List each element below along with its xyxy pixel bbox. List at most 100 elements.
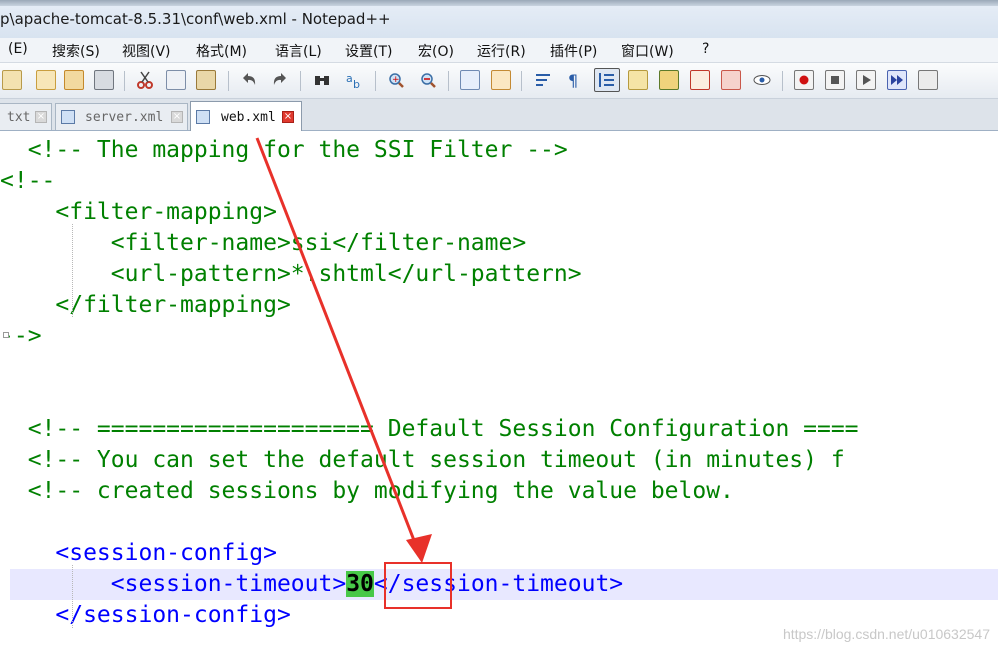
svg-text:b: b: [353, 78, 360, 90]
zoom-in-icon[interactable]: +: [386, 70, 406, 90]
svg-text:+: +: [392, 75, 400, 85]
toolbar-separator: [448, 71, 449, 91]
code-line[interactable]: <!--: [0, 166, 998, 197]
code-line[interactable]: <filter-name>ssi</filter-name>: [0, 228, 998, 259]
watermark: https://blog.csdn.net/u010632547: [782, 626, 990, 642]
menu-help[interactable]: ?: [702, 41, 709, 57]
code-line[interactable]: <session-config>: [0, 538, 998, 569]
svg-text:a: a: [346, 72, 353, 85]
tab-label: web.xml: [221, 110, 276, 125]
code-token: <session-config>: [0, 540, 277, 566]
code-line[interactable]: <!-- The mapping for the SSI Filter -->: [0, 135, 998, 166]
code-token: <!--: [0, 168, 56, 194]
document-map-icon[interactable]: [659, 70, 679, 90]
menu-run[interactable]: 运行(R): [477, 41, 526, 61]
toolbar-separator: [124, 71, 125, 91]
code-line[interactable]: </filter-mapping>: [0, 290, 998, 321]
code-line[interactable]: <!-- ==================== Default Sessio…: [0, 414, 998, 445]
copy-icon[interactable]: [166, 70, 186, 90]
code-line[interactable]: [0, 383, 998, 414]
sync-horizontal-icon[interactable]: [491, 70, 511, 90]
toolbar-separator: [228, 71, 229, 91]
toolbar-separator: [782, 71, 783, 91]
tab-web-xml[interactable]: web.xml ×: [190, 101, 302, 131]
close-icon[interactable]: ×: [171, 111, 183, 123]
code-line[interactable]: <filter-mapping>: [0, 197, 998, 228]
word-wrap-icon[interactable]: [533, 70, 553, 90]
code-line-current[interactable]: <session-timeout>30</session-timeout>: [10, 569, 998, 600]
code-line[interactable]: <!-- You can set the default session tim…: [0, 445, 998, 476]
selected-value: 30: [346, 571, 374, 597]
playback-macro-icon[interactable]: [856, 70, 876, 90]
menu-search[interactable]: 搜索(S): [52, 41, 100, 61]
code-line[interactable]: [0, 507, 998, 538]
code-line[interactable]: [0, 352, 998, 383]
menu-edit[interactable]: (E): [8, 41, 28, 57]
menu-plugins[interactable]: 插件(P): [550, 41, 597, 61]
window-title: p\apache-tomcat-8.5.31\conf\web.xml - No…: [0, 10, 391, 28]
svg-text:¶: ¶: [568, 71, 578, 90]
tab-txt[interactable]: txt ×: [0, 103, 52, 130]
sync-vertical-icon[interactable]: [460, 70, 480, 90]
indent-guide: [72, 565, 73, 628]
menu-language[interactable]: 语言(L): [275, 41, 322, 61]
close-icon[interactable]: ×: [282, 111, 294, 123]
tab-label: txt: [7, 110, 31, 125]
function-list-icon[interactable]: [628, 70, 648, 90]
code-line[interactable]: <!-- created sessions by modifying the v…: [0, 476, 998, 507]
file-icon: [196, 110, 210, 124]
code-token: <!-- ==================== Default Sessio…: [0, 416, 859, 442]
code-token: </filter-mapping>: [0, 292, 291, 318]
menu-view[interactable]: 视图(V): [122, 41, 171, 61]
tab-label: server.xml: [85, 110, 164, 125]
eye-icon[interactable]: [752, 70, 772, 90]
code-token: <!-- created sessions by modifying the v…: [0, 478, 734, 504]
menu-format[interactable]: 格式(M): [196, 41, 247, 61]
indent-guide: [72, 224, 73, 317]
code-token: </session-config>: [0, 602, 291, 628]
print-icon[interactable]: [94, 70, 114, 90]
file-icon: [61, 110, 75, 124]
toolbar-separator: [300, 71, 301, 91]
code-token: <url-pattern>*.shtml</url-pattern>: [0, 261, 582, 287]
fold-marker: [3, 332, 9, 338]
new-file-icon[interactable]: [2, 70, 22, 90]
replace-icon[interactable]: ab: [344, 70, 364, 91]
menu-settings[interactable]: 设置(T): [345, 41, 392, 61]
close-icon[interactable]: ×: [35, 111, 47, 123]
code-line[interactable]: <url-pattern>*.shtml</url-pattern>: [0, 259, 998, 290]
editor-area[interactable]: <!-- The mapping for the SSI Filter --> <…: [0, 131, 998, 654]
save-macro-icon[interactable]: [918, 70, 938, 90]
toolbar-separator: [521, 71, 522, 91]
tab-server-xml[interactable]: server.xml ×: [55, 103, 188, 130]
menu-window[interactable]: 窗口(W): [621, 41, 674, 61]
title-bar: p\apache-tomcat-8.5.31\conf\web.xml - No…: [0, 0, 998, 39]
code-token: <!-- The mapping for the SSI Filter -->: [0, 137, 568, 163]
save-icon[interactable]: [64, 70, 84, 90]
code-line[interactable]: -->: [0, 321, 998, 352]
record-macro-icon[interactable]: [794, 70, 814, 90]
show-all-chars-icon[interactable]: ¶: [563, 70, 583, 90]
monitor-icon[interactable]: [721, 70, 741, 90]
paste-icon[interactable]: [196, 70, 216, 90]
code-token: <filter-name>ssi</filter-name>: [0, 230, 527, 256]
indent-guide-icon[interactable]: [594, 68, 620, 92]
redo-icon[interactable]: [270, 70, 290, 90]
cut-icon[interactable]: [135, 70, 155, 90]
tab-bar: txt × server.xml × web.xml ×: [0, 99, 998, 131]
run-macro-multiple-icon[interactable]: [887, 70, 907, 90]
undo-icon[interactable]: [239, 70, 259, 90]
toolbar: ab + ¶: [0, 63, 998, 99]
window-top-edge: [0, 0, 998, 6]
code-token: <session-timeout>: [0, 571, 347, 597]
code-token: </session-timeout>: [373, 571, 624, 597]
open-file-icon[interactable]: [36, 70, 56, 90]
zoom-out-icon[interactable]: [418, 70, 438, 90]
code-token: <filter-mapping>: [0, 199, 277, 225]
toolbar-separator: [375, 71, 376, 91]
folder-workspace-icon[interactable]: [690, 70, 710, 90]
stop-record-icon[interactable]: [825, 70, 845, 90]
menu-macro[interactable]: 宏(O): [418, 41, 454, 61]
find-icon[interactable]: [312, 70, 332, 90]
code-token: <!-- You can set the default session tim…: [0, 447, 845, 473]
